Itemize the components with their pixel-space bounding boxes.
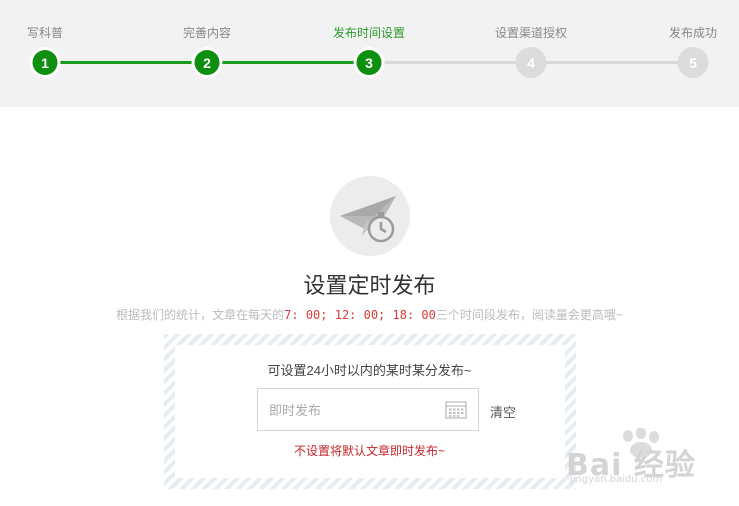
step-number-3: 3 xyxy=(356,50,382,75)
publish-tip: 根据我们的统计，文章在每天的7: 00; 12: 00; 18: 00三个时间段… xyxy=(0,306,739,323)
publish-tip-suffix: 三个时间段发布，阅读量会更高哦~ xyxy=(435,308,623,322)
step-connector-2 xyxy=(207,61,369,64)
step-connector-1 xyxy=(45,61,207,64)
step-connector-4 xyxy=(531,61,693,64)
publish-tip-prefix: 根据我们的统计，文章在每天的 xyxy=(116,308,285,322)
step-node-3: 3 xyxy=(353,47,385,78)
step-node-5: 5 xyxy=(677,47,709,78)
watermark-url: jingyan.baidu.com xyxy=(570,474,663,485)
step-number-2: 2 xyxy=(194,50,220,75)
publish-time-input[interactable]: 即时发布 xyxy=(257,388,479,431)
publish-time-placeholder: 即时发布 xyxy=(269,403,322,418)
step-label-5: 发布成功 xyxy=(668,26,718,40)
paper-plane-timer-icon xyxy=(330,176,410,256)
step-node-2: 2 xyxy=(191,47,223,78)
step-label-3: 发布时间设置 xyxy=(332,26,406,40)
step-label-1: 写科普 xyxy=(26,26,64,40)
baidu-jingyan-watermark: Bai 经验 jingyan.baidu.com xyxy=(566,428,736,488)
step-node-4: 4 xyxy=(515,47,547,78)
step-label-4: 设置渠道授权 xyxy=(494,26,568,40)
step-number-5: 5 xyxy=(680,50,706,75)
step-number-4: 4 xyxy=(518,50,544,75)
step-label-2: 完善内容 xyxy=(182,26,232,40)
schedule-hint: 可设置24小时以内的某时某分发布~ xyxy=(267,363,472,378)
step-number-1: 1 xyxy=(32,50,58,75)
clear-button[interactable]: 清空 xyxy=(490,402,516,421)
calendar-icon[interactable] xyxy=(445,401,467,422)
publish-tip-times: 7: 00; 12: 00; 18: 00 xyxy=(284,308,436,322)
progress-stepper: 写科普 完善内容 发布时间设置 设置渠道授权 发布成功 1 2 3 4 5 xyxy=(0,0,739,107)
step-connector-3 xyxy=(369,61,531,64)
page-title: 设置定时发布 xyxy=(303,273,436,298)
step-node-1: 1 xyxy=(29,47,61,78)
